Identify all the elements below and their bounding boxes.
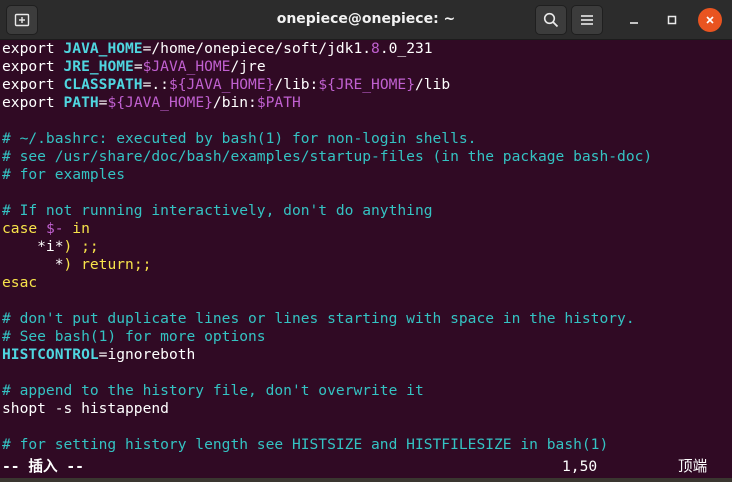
code-token: ${JRE_HOME}	[318, 76, 415, 93]
editor-line: export PATH=${JAVA_HOME}/bin:$PATH	[2, 94, 301, 112]
search-icon	[543, 12, 559, 28]
editor-line: *i*) ;;	[2, 238, 99, 256]
code-token: ) ;;	[63, 238, 99, 255]
editor-line: case $- in	[2, 220, 90, 238]
code-token: export	[2, 58, 64, 75]
code-token: # don't put duplicate lines or lines sta…	[2, 310, 635, 327]
code-token: )	[63, 256, 82, 273]
close-button[interactable]	[698, 8, 722, 32]
titlebar: onepiece@onepiece: ~	[0, 0, 732, 40]
editor-line: # ~/.bashrc: executed by bash(1) for non…	[2, 130, 476, 148]
code-token: =ignoreboth	[98, 346, 196, 363]
editor-line: HISTCONTROL=ignoreboth	[2, 346, 195, 364]
desktop-background	[0, 478, 732, 482]
editor-line: export CLASSPATH=.:${JAVA_HOME}/lib:${JR…	[2, 76, 450, 94]
code-token: $PATH	[256, 94, 301, 111]
code-token: esac	[2, 274, 38, 291]
code-token: # see /usr/share/doc/bash/examples/start…	[2, 148, 653, 165]
code-token: /lib	[414, 76, 451, 93]
editor-line: # append to the history file, don't over…	[2, 382, 424, 400]
code-token: /lib:	[274, 76, 319, 93]
code-token: /bin:	[212, 94, 257, 111]
editor-line: # If not running interactively, don't do…	[2, 202, 433, 220]
editor-line: export JRE_HOME=$JAVA_HOME/jre	[2, 58, 266, 76]
hamburger-menu-icon	[581, 15, 593, 25]
editor-line: esac	[2, 274, 37, 292]
code-token: JRE_HOME	[63, 58, 134, 75]
scroll-position: 顶端	[678, 458, 708, 475]
menu-button[interactable]	[571, 5, 603, 35]
editor-line: # See bash(1) for more options	[2, 328, 266, 346]
code-token: in	[63, 220, 90, 237]
code-token: $-	[45, 220, 64, 237]
code-token: =.:	[142, 76, 169, 93]
minimize-icon	[630, 22, 638, 24]
maximize-button[interactable]	[660, 8, 684, 32]
code-token: /jre	[230, 58, 266, 75]
terminal-window: onepiece@onepiece: ~ export JAVA_HOME=/h…	[0, 0, 732, 478]
close-icon	[706, 16, 714, 24]
code-token: *i*	[2, 238, 64, 255]
editor-line: # for setting history length see HISTSIZ…	[2, 436, 608, 454]
editor-line: # for examples	[2, 166, 125, 184]
code-token: ${JAVA_HOME}	[107, 94, 213, 111]
search-button[interactable]	[535, 5, 567, 35]
editor-line: shopt -s histappend	[2, 400, 169, 418]
code-token: CLASSPATH	[63, 76, 143, 93]
code-token: JAVA_HOME	[63, 40, 143, 57]
code-token: PATH	[63, 94, 99, 111]
code-token: ${JAVA_HOME}	[168, 76, 275, 93]
code-token: $JAVA_HOME	[142, 58, 231, 75]
code-token: shopt -s histappend	[2, 400, 169, 417]
code-token: HISTCONTROL	[2, 346, 99, 363]
editor-line: # see /usr/share/doc/bash/examples/start…	[2, 148, 652, 166]
code-token: export	[2, 94, 64, 111]
code-token: # for examples	[2, 166, 126, 183]
code-token: export	[2, 40, 64, 57]
code-token: # ~/.bashrc: executed by bash(1) for non…	[2, 130, 477, 147]
code-token: # for setting history length see HISTSIZ…	[2, 436, 609, 453]
code-token: .0_231	[379, 40, 433, 57]
minimize-button[interactable]	[622, 8, 646, 32]
maximize-icon	[667, 15, 677, 25]
mode-indicator: -- 插入 --	[2, 458, 84, 475]
code-token: export	[2, 76, 64, 93]
code-token: 8	[371, 40, 380, 57]
code-token: return	[81, 256, 134, 273]
code-token: ;;	[133, 256, 152, 273]
editor-line: *) return;;	[2, 256, 152, 274]
code-token: # If not running interactively, don't do…	[2, 202, 433, 219]
code-token: *	[2, 256, 64, 273]
editor-line: # don't put duplicate lines or lines sta…	[2, 310, 635, 328]
cursor-position: 1,50	[562, 458, 598, 475]
terminal-text-area[interactable]: export JAVA_HOME=/home/onepiece/soft/jdk…	[0, 40, 732, 478]
code-token: # See bash(1) for more options	[2, 328, 266, 345]
editor-line: export JAVA_HOME=/home/onepiece/soft/jdk…	[2, 40, 433, 58]
code-token: =	[133, 58, 143, 75]
code-token: case	[2, 220, 46, 237]
vim-status-line: -- 插入 -- 1,50 顶端	[0, 456, 732, 478]
code-token: # append to the history file, don't over…	[2, 382, 424, 399]
code-token: =/home/onepiece/soft/jdk1.	[142, 40, 372, 57]
